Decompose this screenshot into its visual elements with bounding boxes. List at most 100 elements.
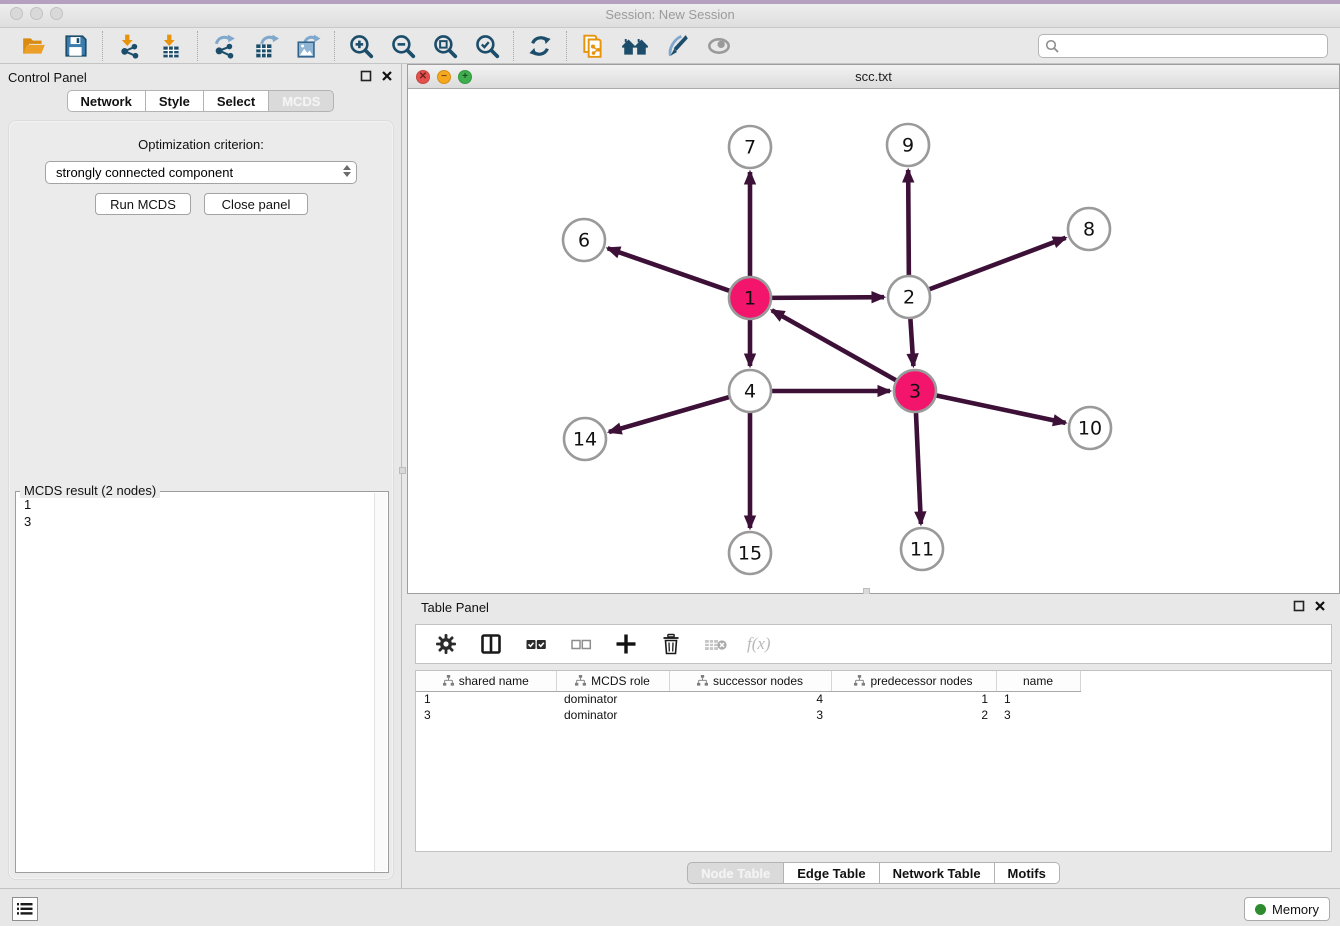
tab-network[interactable]: Network — [67, 90, 146, 112]
tab-select[interactable]: Select — [204, 90, 269, 112]
table-cell[interactable]: 3 — [996, 707, 1080, 723]
memory-button[interactable]: Memory — [1244, 897, 1330, 921]
table-panel: Table Panel — [407, 594, 1340, 888]
graph-edge-1-2[interactable] — [769, 297, 884, 298]
eye-icon[interactable] — [705, 32, 733, 60]
column-header-shared-name[interactable]: shared name — [416, 671, 556, 691]
vertical-splitter-handle[interactable] — [399, 467, 406, 474]
column-type-icon — [854, 675, 865, 686]
table-cell[interactable]: 2 — [831, 707, 996, 723]
table-cell[interactable]: 4 — [669, 691, 831, 707]
table-panel-title: Table Panel — [421, 600, 489, 615]
deselect-all-columns-icon[interactable] — [567, 630, 595, 658]
graph-node-6[interactable]: 6 — [563, 219, 605, 261]
mcds-result-text[interactable]: 1 3 — [18, 494, 373, 870]
column-header-predecessor-nodes[interactable]: predecessor nodes — [831, 671, 996, 691]
svg-text:7: 7 — [744, 137, 756, 159]
tab-mcds[interactable]: MCDS — [269, 90, 334, 112]
graph-node-10[interactable]: 10 — [1069, 407, 1111, 449]
paintbrush-icon[interactable] — [663, 32, 691, 60]
table-tab-edge-table[interactable]: Edge Table — [784, 862, 879, 884]
graph-edge-1-6[interactable] — [608, 248, 732, 291]
select-all-columns-icon[interactable] — [522, 630, 550, 658]
window-title: Session: New Session — [0, 7, 1340, 22]
zoom-out-icon[interactable] — [389, 32, 417, 60]
network-window-title: scc.txt — [408, 69, 1339, 84]
show-column-icon[interactable] — [477, 630, 505, 658]
graph-node-8[interactable]: 8 — [1068, 208, 1110, 250]
graph-node-9[interactable]: 9 — [887, 124, 929, 166]
graph-node-11[interactable]: 11 — [901, 528, 943, 570]
float-table-panel-icon[interactable] — [1293, 600, 1305, 612]
table-row[interactable]: 1dominator411 — [416, 691, 1080, 707]
delete-table-icon — [702, 630, 730, 658]
column-header-successor-nodes[interactable]: successor nodes — [669, 671, 831, 691]
network-canvas[interactable]: 7 9 6 8 1 2 4 3 14 10 15 11 — [408, 89, 1339, 593]
graph-edge-3-10[interactable] — [934, 395, 1066, 423]
column-header-MCDS-role[interactable]: MCDS role — [556, 671, 669, 691]
graph-node-14[interactable]: 14 — [564, 418, 606, 460]
export-network-icon[interactable] — [210, 32, 238, 60]
graph-node-4[interactable]: 4 — [729, 370, 771, 412]
table-cell[interactable]: dominator — [556, 707, 669, 723]
graph-edge-3-1[interactable] — [772, 310, 899, 381]
zoom-fit-icon[interactable] — [431, 32, 459, 60]
svg-text:15: 15 — [738, 543, 762, 565]
graph-edge-2-3[interactable] — [910, 316, 913, 366]
optimization-criterion-select[interactable]: strongly connected component — [45, 161, 357, 184]
control-panel: Control Panel NetworkStyleSelectMCDS Opt… — [0, 64, 402, 888]
column-type-icon — [443, 675, 454, 686]
function-builder-fx-icon: f(x) — [747, 630, 771, 658]
table-tab-motifs[interactable]: Motifs — [995, 862, 1060, 884]
network-view-window: ✕ − + scc.txt 7 9 6 8 1 2 4 3 14 10 15 11 — [407, 64, 1340, 594]
export-image-icon[interactable] — [294, 32, 322, 60]
select-value: strongly connected component — [56, 165, 233, 180]
column-type-icon — [697, 675, 708, 686]
network-window-titlebar[interactable]: ✕ − + scc.txt — [408, 65, 1339, 89]
table-cell[interactable]: 3 — [669, 707, 831, 723]
table-cell[interactable]: 1 — [831, 691, 996, 707]
graph-node-2[interactable]: 2 — [888, 276, 930, 318]
run-mcds-button[interactable]: Run MCDS — [95, 193, 191, 215]
table-cell[interactable]: 3 — [416, 707, 556, 723]
graph-edge-4-14[interactable] — [609, 396, 732, 432]
zoom-selected-icon[interactable] — [473, 32, 501, 60]
graph-node-1[interactable]: 1 — [729, 277, 771, 319]
table-cell[interactable]: 1 — [416, 691, 556, 707]
save-session-icon[interactable] — [62, 32, 90, 60]
graph-edge-3-11[interactable] — [916, 410, 921, 524]
homes-icon[interactable] — [621, 32, 649, 60]
export-table-icon[interactable] — [252, 32, 280, 60]
tab-style[interactable]: Style — [146, 90, 204, 112]
close-panel-icon[interactable] — [381, 70, 393, 82]
add-row-icon[interactable] — [612, 630, 640, 658]
refresh-layout-icon[interactable] — [526, 32, 554, 60]
close-table-panel-icon[interactable] — [1314, 600, 1326, 612]
table-cell[interactable]: 1 — [996, 691, 1080, 707]
search-input[interactable] — [1038, 34, 1328, 58]
table-settings-gear-icon[interactable] — [432, 630, 460, 658]
table-cell[interactable]: dominator — [556, 691, 669, 707]
zoom-in-icon[interactable] — [347, 32, 375, 60]
graph-edge-2-8[interactable] — [927, 238, 1066, 290]
table-row[interactable]: 3dominator323 — [416, 707, 1080, 723]
graph-node-15[interactable]: 15 — [729, 532, 771, 574]
column-header-name[interactable]: name — [996, 671, 1080, 691]
float-panel-icon[interactable] — [360, 70, 372, 82]
graph-edge-2-9[interactable] — [908, 170, 909, 278]
table-toolbar: f(x) — [415, 624, 1332, 664]
select-stepper-icon — [343, 165, 351, 177]
graph-node-7[interactable]: 7 — [729, 126, 771, 168]
statusbar: Memory — [0, 888, 1340, 926]
close-panel-button[interactable]: Close panel — [204, 193, 308, 215]
table-tab-node-table[interactable]: Node Table — [687, 862, 784, 884]
result-scrollbar[interactable] — [374, 493, 387, 871]
copy-network-icon[interactable] — [579, 32, 607, 60]
import-network-icon[interactable] — [115, 32, 143, 60]
import-table-icon[interactable] — [157, 32, 185, 60]
delete-row-trash-icon[interactable] — [657, 630, 685, 658]
graph-node-3[interactable]: 3 — [894, 370, 936, 412]
open-file-icon[interactable] — [20, 32, 48, 60]
table-tab-network-table[interactable]: Network Table — [880, 862, 995, 884]
task-list-icon[interactable] — [12, 897, 38, 921]
